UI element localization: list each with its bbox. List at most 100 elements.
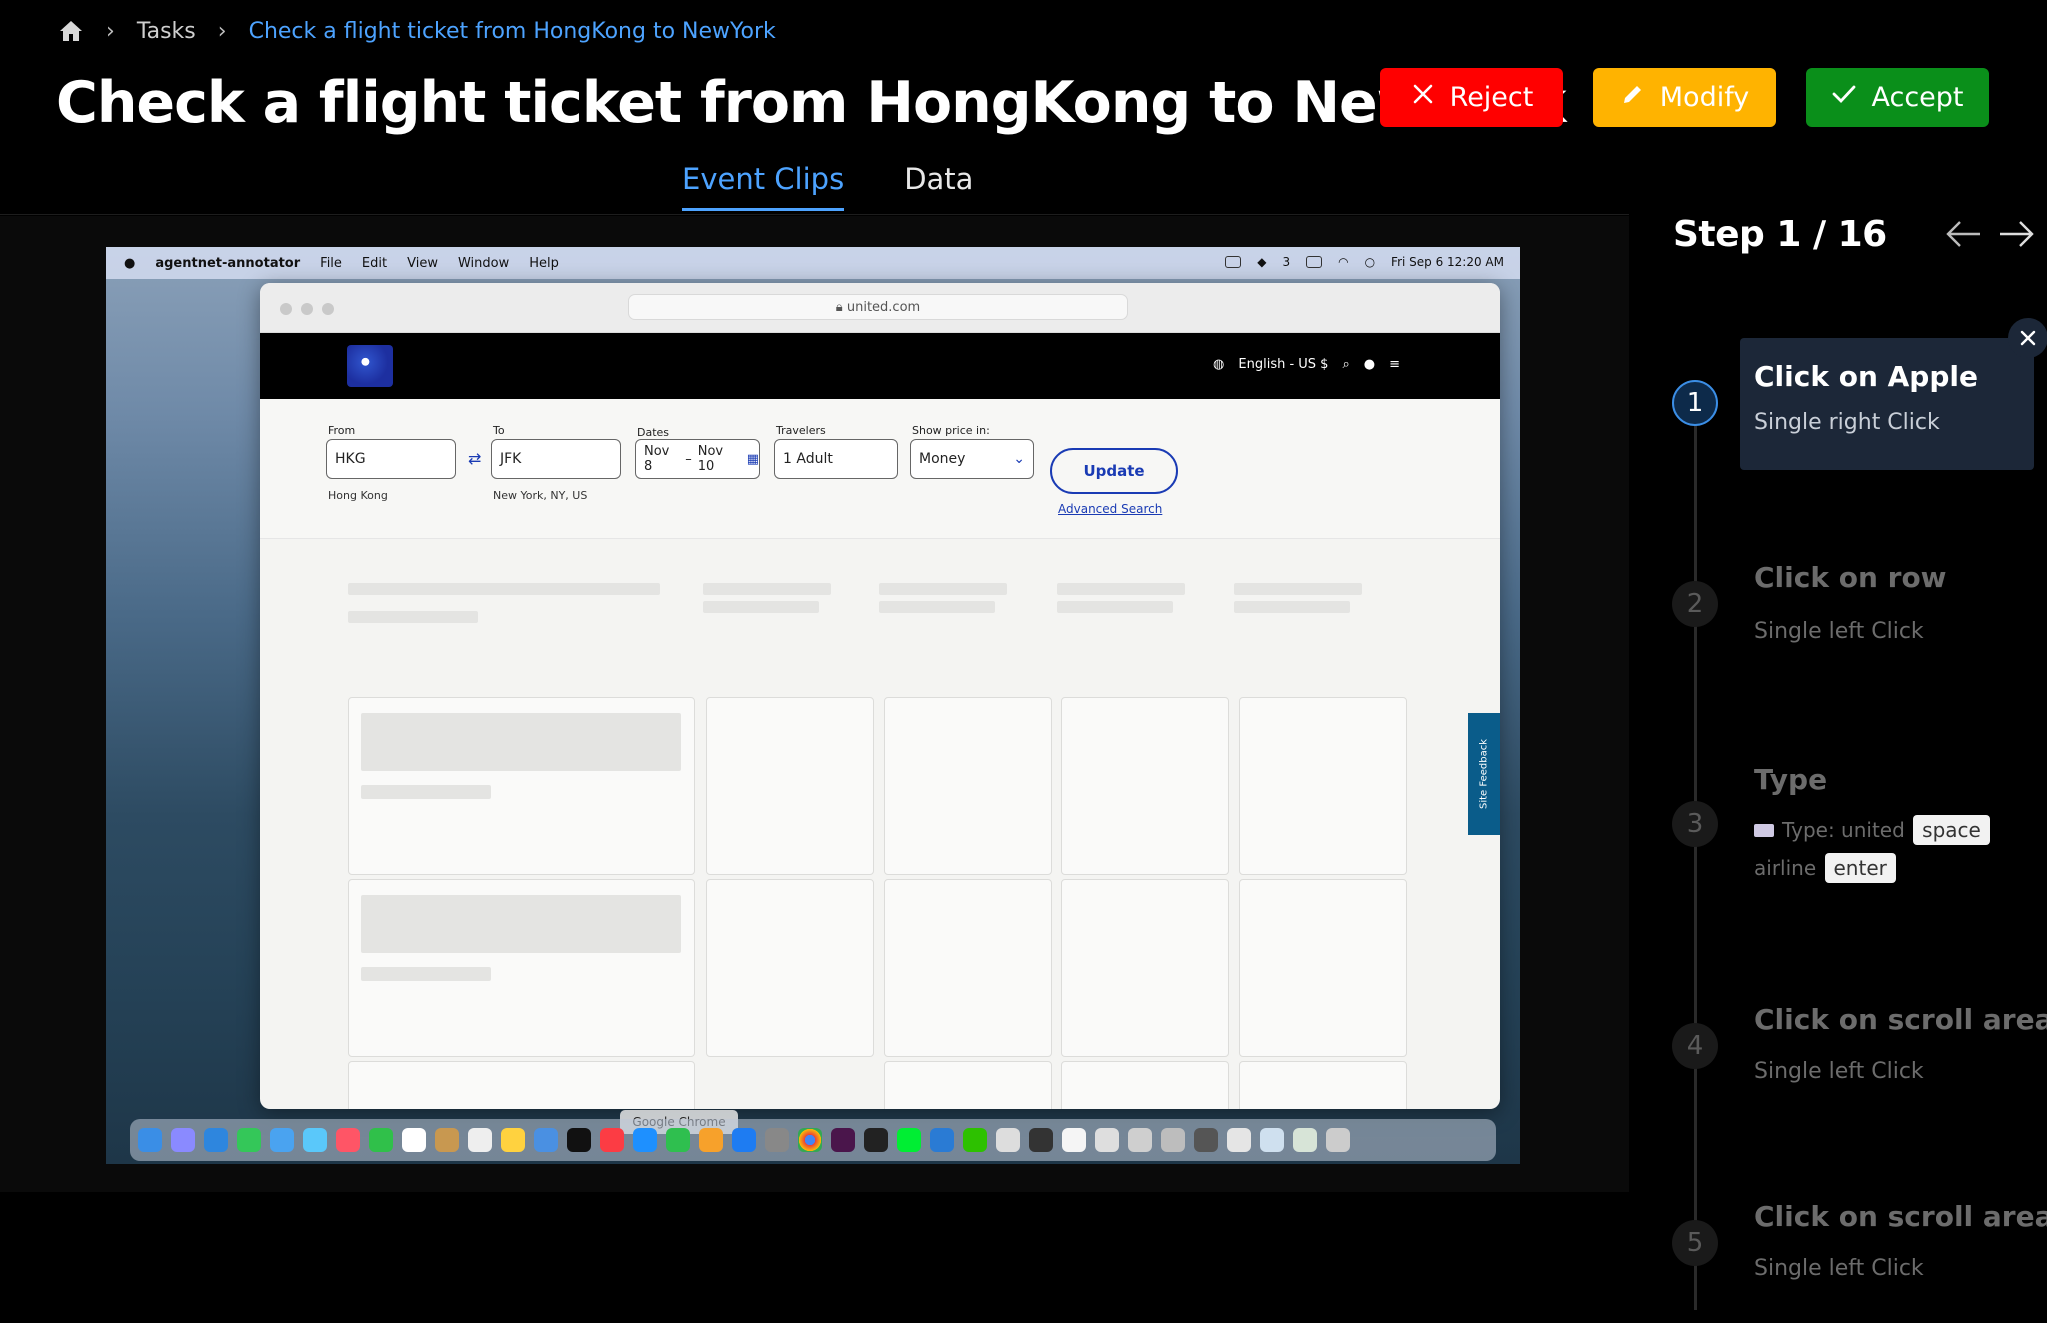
date-end: Nov 10	[697, 444, 724, 474]
user-icon: ●	[1363, 357, 1376, 372]
price-field: Money ⌄	[910, 439, 1034, 479]
date-start: Nov 8	[644, 444, 670, 474]
skeleton-card	[1239, 1061, 1407, 1109]
safari-icon	[204, 1128, 228, 1152]
skeleton-bar	[348, 583, 660, 595]
step-title: Click on Apple	[1754, 360, 1978, 393]
window-thumbnail-icon	[1260, 1128, 1284, 1152]
display-icon	[1306, 256, 1323, 268]
skeleton-card	[1239, 879, 1407, 1057]
wifi-icon: ◠	[1338, 255, 1349, 269]
skeleton-bar	[879, 601, 995, 613]
annotation-review-page: › Tasks › Check a flight ticket from Hon…	[0, 0, 2047, 1323]
reject-button-label: Reject	[1449, 82, 1534, 113]
skeleton-bar	[348, 611, 478, 623]
launchpad-icon	[171, 1128, 195, 1152]
tab-divider	[0, 214, 1629, 215]
globe-icon: ◍	[1213, 357, 1225, 372]
chevron-right-icon: ›	[217, 18, 227, 44]
update-button: Update	[1050, 448, 1178, 494]
type-details-line2: airline enter	[1754, 853, 1898, 883]
url-bar: 🔒︎ united.com	[628, 294, 1128, 320]
chevron-right-icon: ›	[106, 18, 115, 44]
skeleton-card	[884, 697, 1052, 875]
step-subtitle: Single right Click	[1754, 410, 1940, 435]
tab-data[interactable]: Data	[904, 162, 973, 211]
terminal-icon	[864, 1128, 888, 1152]
arrow-right-icon[interactable]	[1998, 218, 2036, 250]
breadcrumb-current[interactable]: Check a flight ticket from HongKong to N…	[249, 19, 776, 44]
step-title: Click on row	[1754, 561, 1947, 594]
window-thumbnail-icon	[1128, 1128, 1152, 1152]
skeleton-bar	[1057, 583, 1185, 595]
url-text: united.com	[846, 299, 921, 315]
maps-icon	[303, 1128, 327, 1152]
site-feedback-tab: Site Feedback	[1468, 713, 1500, 835]
skeleton-bar	[361, 713, 681, 771]
check-icon	[1831, 81, 1857, 114]
notification-count: 3	[1282, 255, 1291, 269]
mail-icon	[270, 1128, 294, 1152]
close-icon[interactable]	[2008, 318, 2047, 358]
menu-window: Window	[457, 255, 510, 271]
accept-button[interactable]: Accept	[1806, 68, 1989, 127]
contacts-icon	[435, 1128, 459, 1152]
skeleton-card	[1239, 697, 1407, 875]
active-step-card[interactable]	[1740, 338, 2034, 470]
skeleton-bar	[879, 583, 1007, 595]
step-number: 4	[1672, 1023, 1718, 1069]
arrow-left-icon[interactable]	[1944, 218, 1982, 250]
menu-edit: Edit	[361, 255, 388, 271]
skeleton-card	[1061, 879, 1229, 1057]
home-icon[interactable]	[58, 19, 84, 43]
modify-button-label: Modify	[1659, 82, 1750, 113]
breadcrumb-tasks[interactable]: Tasks	[137, 19, 196, 44]
facetime-icon	[369, 1128, 393, 1152]
modify-button[interactable]: Modify	[1593, 68, 1776, 127]
pages-icon	[699, 1128, 723, 1152]
united-header-tools: ◍ English - US $ ⌕ ● ≡	[1213, 357, 1400, 372]
page-title: Check a flight ticket from HongKong to N…	[56, 70, 1567, 136]
menu-icon: ≡	[1389, 357, 1400, 372]
menu-view: View	[407, 255, 438, 271]
tab-event-clips[interactable]: Event Clips	[682, 162, 845, 211]
breadcrumb: › Tasks › Check a flight ticket from Hon…	[58, 14, 776, 48]
notes-icon	[501, 1128, 525, 1152]
menu-file: File	[320, 255, 342, 271]
to-label: To	[493, 424, 505, 437]
from-label: From	[328, 424, 356, 437]
freeform-icon	[534, 1128, 558, 1152]
step-title: Click on scroll area	[1754, 1200, 2047, 1233]
settings-icon	[765, 1128, 789, 1152]
mac-dock	[130, 1119, 1496, 1161]
skeleton-card	[1061, 1061, 1229, 1109]
safari-window: 🔒︎ united.com ◍ English - US $ ⌕ ● ≡ Fro…	[260, 283, 1500, 1109]
clip-screenshot[interactable]: ● agentnet-annotator File Edit View Wind…	[106, 247, 1520, 1164]
tab-bar: Event Clips Data	[682, 162, 973, 211]
wechat-icon	[963, 1128, 987, 1152]
keynote-icon	[633, 1128, 657, 1152]
from-field: HKG	[326, 439, 456, 479]
chrome-icon	[798, 1128, 822, 1152]
price-value: Money	[919, 451, 966, 467]
window-thumbnail-icon	[1227, 1128, 1251, 1152]
reject-button[interactable]: Reject	[1380, 68, 1563, 127]
mac-menubar: ● agentnet-annotator File Edit View Wind…	[106, 247, 1520, 279]
vscode-icon	[930, 1128, 954, 1152]
wechat-icon: ◆	[1257, 255, 1267, 269]
dates-label: Dates	[637, 426, 670, 439]
step-number: 3	[1672, 801, 1718, 847]
accept-button-label: Accept	[1871, 82, 1964, 113]
step-number: 5	[1672, 1220, 1718, 1266]
type-text: Type: united	[1782, 818, 1905, 842]
skeleton-bar	[1234, 583, 1362, 595]
type-details: Type: united space	[1754, 815, 1992, 845]
menubar-status: ◆ 3 ◠ ○ Fri Sep 6 12:20 AM	[1225, 255, 1504, 269]
skeleton-card	[706, 879, 874, 1057]
document-icon	[1062, 1128, 1086, 1152]
chevron-down-icon: ⌄	[1013, 451, 1025, 467]
slack-icon	[831, 1128, 855, 1152]
preview-icon	[1095, 1128, 1119, 1152]
menubar-clock: Fri Sep 6 12:20 AM	[1391, 255, 1504, 269]
type-text: airline	[1754, 856, 1817, 880]
